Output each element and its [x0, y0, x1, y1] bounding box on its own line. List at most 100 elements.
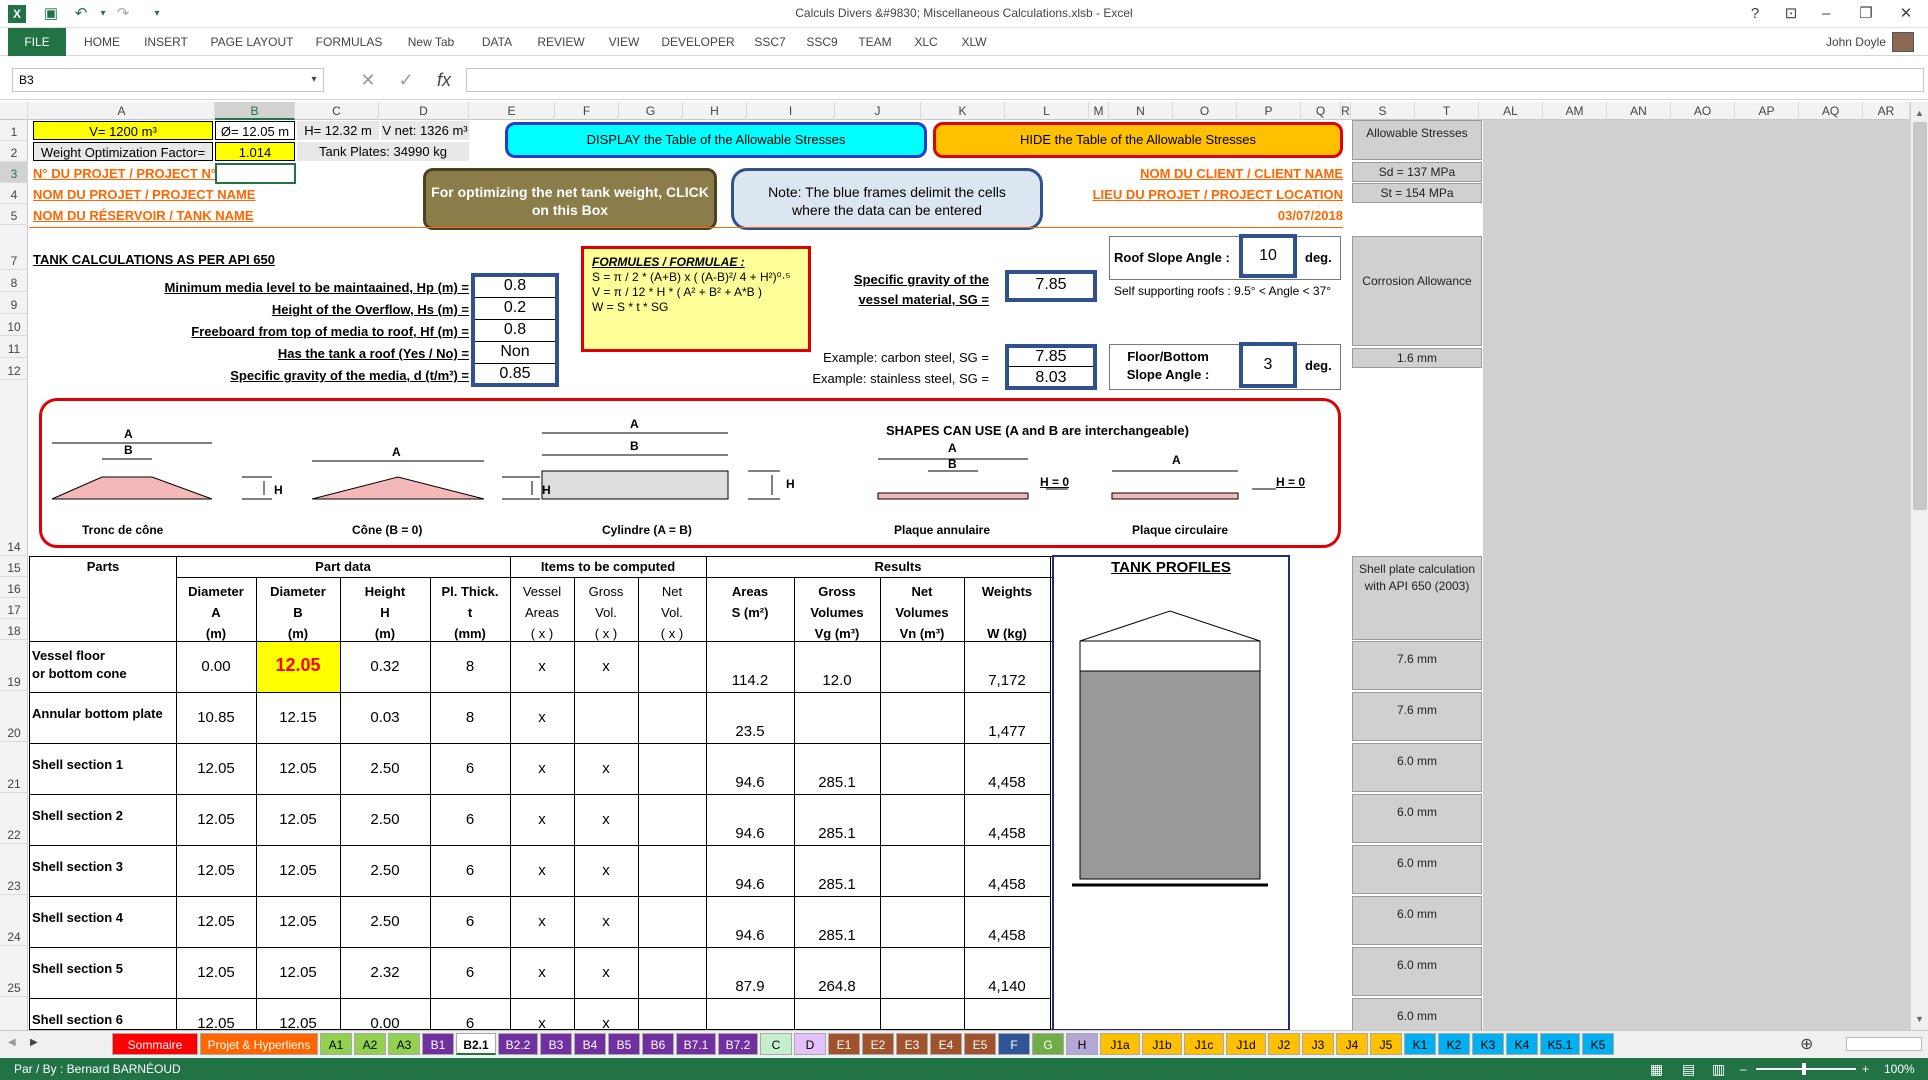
- column-header[interactable]: S: [1351, 102, 1415, 120]
- avatar[interactable]: [1892, 32, 1914, 52]
- sheet-tab[interactable]: D: [794, 1033, 826, 1055]
- page-break-view-icon[interactable]: ▥: [1712, 1058, 1725, 1080]
- row-header[interactable]: 21: [0, 742, 28, 793]
- scroll-thumb[interactable]: [1913, 122, 1927, 510]
- tab-team[interactable]: TEAM: [852, 28, 898, 56]
- cell-h[interactable]: 2.50: [340, 913, 430, 930]
- zoom-slider-thumb[interactable]: [1802, 1063, 1806, 1075]
- density-input[interactable]: 0.85: [475, 365, 555, 383]
- row-header[interactable]: 3: [0, 162, 28, 183]
- result-vg[interactable]: 285.1: [794, 774, 880, 791]
- part-name[interactable]: Shell section 5: [32, 960, 123, 978]
- column-header[interactable]: AL: [1479, 102, 1543, 120]
- cell-t[interactable]: 6: [430, 964, 510, 981]
- cell-b[interactable]: 12.05: [256, 811, 340, 828]
- sheet-tab[interactable]: K1: [1404, 1033, 1436, 1055]
- column-header[interactable]: P: [1237, 102, 1301, 120]
- sheet-tab[interactable]: B7.1: [676, 1033, 716, 1055]
- sheet-tab[interactable]: Sommaire: [112, 1033, 198, 1055]
- sheet-tab[interactable]: J1c: [1184, 1033, 1224, 1055]
- row-header[interactable]: 7: [0, 225, 28, 270]
- vnet-cell[interactable]: V net: 1326 m³: [381, 121, 469, 140]
- column-header[interactable]: R: [1341, 102, 1351, 120]
- display-stresses-button[interactable]: DISPLAY the Table of the Allowable Stres…: [505, 122, 927, 158]
- sheet-tab[interactable]: E3: [896, 1033, 928, 1055]
- sheet-tab[interactable]: G: [1032, 1033, 1064, 1055]
- tab-view[interactable]: VIEW: [600, 28, 648, 56]
- row-header[interactable]: 2: [0, 141, 28, 162]
- column-header[interactable]: AR: [1863, 102, 1910, 120]
- tank-name[interactable]: NOM DU RÉSERVOIR / TANK NAME: [33, 208, 254, 223]
- sheet-tab[interactable]: K5.1: [1540, 1033, 1580, 1055]
- row-header[interactable]: 4: [0, 183, 28, 204]
- row-header[interactable]: 12: [0, 358, 28, 380]
- roof-input[interactable]: Non: [475, 343, 555, 364]
- sheet-tab[interactable]: J4: [1336, 1033, 1368, 1055]
- minimize-icon[interactable]: –: [1806, 0, 1846, 28]
- sheet-tab[interactable]: E2: [862, 1033, 894, 1055]
- row-header[interactable]: 14: [0, 380, 28, 556]
- sheet-tab[interactable]: J1a: [1100, 1033, 1140, 1055]
- insert-function-icon[interactable]: fx: [430, 68, 458, 92]
- column-header[interactable]: T: [1415, 102, 1479, 120]
- select-all-corner[interactable]: [0, 102, 28, 120]
- cell-gv[interactable]: x: [574, 913, 638, 930]
- cell-a[interactable]: 12.05: [176, 964, 256, 981]
- result-s[interactable]: 94.6: [706, 876, 794, 893]
- sheet-tab[interactable]: B1: [422, 1033, 454, 1055]
- horizontal-scrollbar[interactable]: [1846, 1037, 1922, 1051]
- result-w[interactable]: 4,458: [964, 876, 1050, 893]
- result-vg[interactable]: 264.8: [794, 978, 880, 995]
- row-header[interactable]: 25: [0, 946, 28, 997]
- result-vg[interactable]: 285.1: [794, 825, 880, 842]
- cell-t[interactable]: 8: [430, 709, 510, 726]
- result-vg[interactable]: 12.0: [794, 672, 880, 689]
- cell-t[interactable]: 6: [430, 913, 510, 930]
- volume-cell[interactable]: V= 1200 m³: [33, 121, 213, 140]
- project-date[interactable]: 03/07/2018: [1029, 208, 1343, 223]
- sheet-tab[interactable]: J2: [1268, 1033, 1300, 1055]
- sheet-tab[interactable]: E5: [964, 1033, 996, 1055]
- close-icon[interactable]: ✕: [1886, 0, 1926, 28]
- cell-va[interactable]: x: [510, 862, 574, 879]
- column-header[interactable]: D: [379, 102, 469, 120]
- help-icon[interactable]: ?: [1740, 0, 1770, 28]
- cell-t[interactable]: 6: [430, 862, 510, 879]
- part-name[interactable]: Shell section 3: [32, 858, 123, 876]
- tab-new-tab[interactable]: New Tab: [398, 28, 464, 56]
- part-name[interactable]: Vessel floor or bottom cone: [32, 647, 127, 683]
- project-name[interactable]: NOM DU PROJET / PROJECT NAME: [33, 187, 255, 202]
- cell-a[interactable]: 12.05: [176, 862, 256, 879]
- result-w[interactable]: 4,140: [964, 978, 1050, 995]
- cell-gv[interactable]: x: [574, 1015, 638, 1030]
- part-name[interactable]: Shell section 1: [32, 756, 123, 774]
- roof-slope-input[interactable]: 10: [1239, 234, 1297, 278]
- scroll-down-icon[interactable]: ▼: [1915, 1014, 1925, 1024]
- cell-gv[interactable]: x: [574, 862, 638, 879]
- zoom-level[interactable]: 100%: [1884, 1058, 1915, 1080]
- project-location[interactable]: LIEU DU PROJET / PROJECT LOCATION: [1029, 187, 1343, 202]
- column-header[interactable]: Q: [1301, 102, 1341, 120]
- tab-review[interactable]: REVIEW: [530, 28, 592, 56]
- tab-formulas[interactable]: FORMULAS: [308, 28, 390, 56]
- cell-a[interactable]: 12.05: [176, 811, 256, 828]
- tab-insert[interactable]: INSERT: [136, 28, 196, 56]
- tab-ssc7[interactable]: SSC7: [748, 28, 792, 56]
- result-w[interactable]: 7,172: [964, 672, 1050, 689]
- page-layout-view-icon[interactable]: ▤: [1682, 1058, 1695, 1080]
- normal-view-icon[interactable]: ▦: [1650, 1058, 1663, 1080]
- column-header[interactable]: I: [747, 102, 835, 120]
- column-header[interactable]: AM: [1543, 102, 1607, 120]
- new-sheet-icon[interactable]: ⊕: [1800, 1034, 1813, 1054]
- zoom-slider[interactable]: [1756, 1068, 1856, 1070]
- result-s[interactable]: 94.6: [706, 927, 794, 944]
- row-header[interactable]: 16: [0, 577, 28, 598]
- result-s[interactable]: 23.5: [706, 723, 794, 740]
- cell-va[interactable]: x: [510, 658, 574, 675]
- cell-va[interactable]: x: [510, 913, 574, 930]
- tab-scroll-left-icon[interactable]: ◀: [8, 1037, 16, 1048]
- project-number[interactable]: N° DU PROJET / PROJECT N°: [33, 166, 215, 181]
- result-vg[interactable]: 285.1: [794, 876, 880, 893]
- cell-a[interactable]: 12.05: [176, 913, 256, 930]
- zoom-out-icon[interactable]: –: [1740, 1058, 1747, 1080]
